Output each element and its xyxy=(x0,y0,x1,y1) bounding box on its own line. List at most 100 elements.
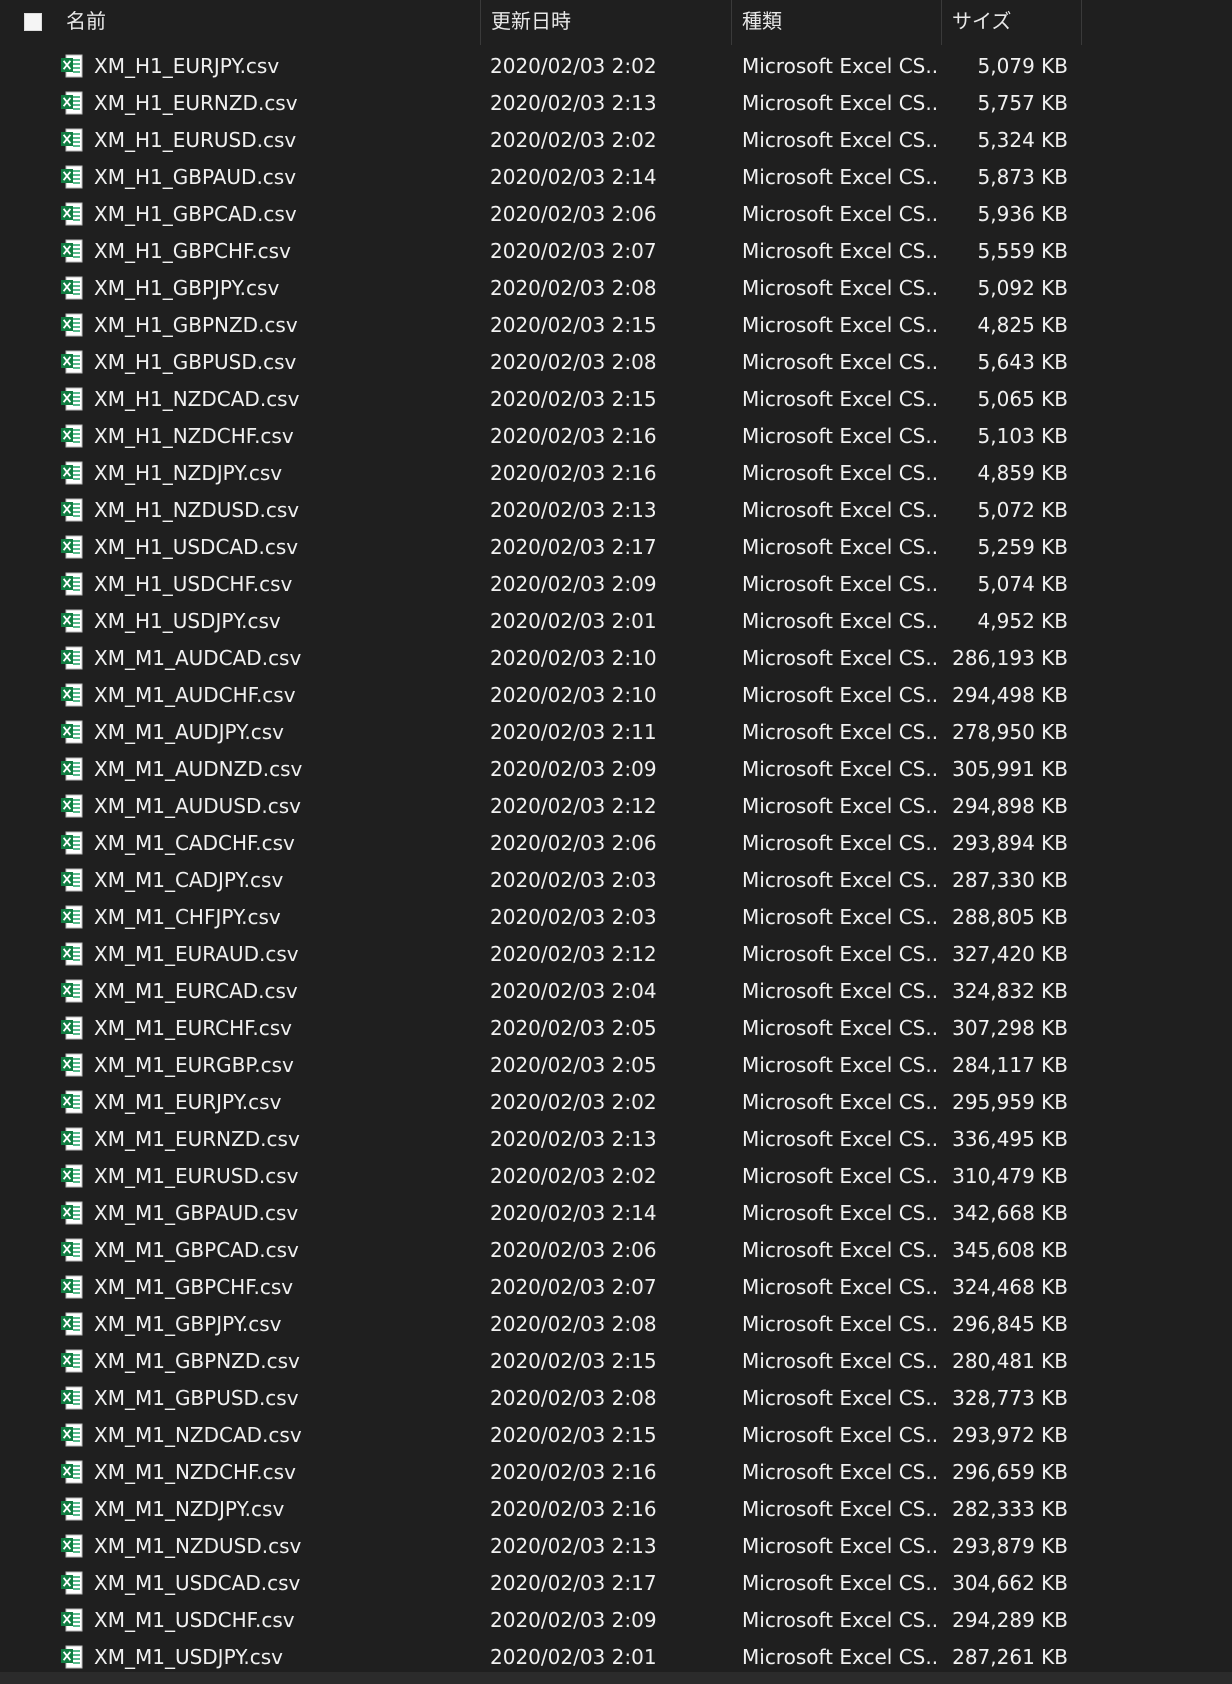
file-name[interactable]: XM_M1_CADJPY.csv xyxy=(94,862,474,899)
horizontal-scrollbar[interactable] xyxy=(0,1672,1232,1684)
file-name[interactable]: XM_M1_AUDUSD.csv xyxy=(94,788,474,825)
table-row[interactable]: XM_H1_GBPCHF.csv 2020/02/03 2:07 Microsoft… xyxy=(0,233,1082,270)
file-name[interactable]: XM_M1_USDJPY.csv xyxy=(94,1639,474,1676)
table-row[interactable]: XM_M1_USDJPY.csv 2020/02/03 2:01 Microsoft… xyxy=(0,1639,1082,1676)
file-name[interactable]: XM_M1_GBPNZD.csv xyxy=(94,1343,474,1380)
table-row[interactable]: XM_M1_EURGBP.csv 2020/02/03 2:05 Microsoft… xyxy=(0,1047,1082,1084)
table-row[interactable]: XM_M1_NZDCHF.csv 2020/02/03 2:16 Microsoft… xyxy=(0,1454,1082,1491)
table-row[interactable]: XM_M1_GBPAUD.csv 2020/02/03 2:14 Microsoft… xyxy=(0,1195,1082,1232)
file-name[interactable]: XM_H1_NZDUSD.csv xyxy=(94,492,474,529)
file-name[interactable]: XM_M1_GBPCHF.csv xyxy=(94,1269,474,1306)
table-row[interactable]: XM_M1_NZDCAD.csv 2020/02/03 2:15 Microsoft… xyxy=(0,1417,1082,1454)
table-row[interactable]: XM_H1_GBPCAD.csv 2020/02/03 2:06 Microsoft… xyxy=(0,196,1082,233)
table-row[interactable]: XM_H1_NZDCAD.csv 2020/02/03 2:15 Microsoft… xyxy=(0,381,1082,418)
file-name[interactable]: XM_H1_GBPAUD.csv xyxy=(94,159,474,196)
file-name[interactable]: XM_H1_GBPNZD.csv xyxy=(94,307,474,344)
table-row[interactable]: XM_M1_GBPCAD.csv 2020/02/03 2:06 Microsoft… xyxy=(0,1232,1082,1269)
column-header-size[interactable]: サイズ xyxy=(942,0,1082,45)
table-row[interactable]: XM_H1_USDCHF.csv 2020/02/03 2:09 Microsoft… xyxy=(0,566,1082,603)
select-all-checkbox[interactable] xyxy=(24,13,42,31)
table-row[interactable]: XM_M1_AUDCAD.csv 2020/02/03 2:10 Microsoft… xyxy=(0,640,1082,677)
table-row[interactable]: XM_M1_GBPCHF.csv 2020/02/03 2:07 Microsoft… xyxy=(0,1269,1082,1306)
file-name[interactable]: XM_M1_USDCAD.csv xyxy=(94,1565,474,1602)
table-row[interactable]: XM_M1_AUDCHF.csv 2020/02/03 2:10 Microsoft… xyxy=(0,677,1082,714)
column-header-type[interactable]: 種類 xyxy=(732,0,942,45)
file-name[interactable]: XM_M1_AUDNZD.csv xyxy=(94,751,474,788)
file-name[interactable]: XM_M1_GBPAUD.csv xyxy=(94,1195,474,1232)
file-name[interactable]: XM_M1_EURGBP.csv xyxy=(94,1047,474,1084)
table-row[interactable]: XM_M1_EURAUD.csv 2020/02/03 2:12 Microsoft… xyxy=(0,936,1082,973)
file-name[interactable]: XM_H1_GBPJPY.csv xyxy=(94,270,474,307)
table-row[interactable]: XM_M1_GBPJPY.csv 2020/02/03 2:08 Microsoft… xyxy=(0,1306,1082,1343)
file-name[interactable]: XM_M1_NZDJPY.csv xyxy=(94,1491,474,1528)
excel-csv-icon xyxy=(60,936,86,973)
file-date-modified: 2020/02/03 2:11 xyxy=(490,720,657,744)
table-row[interactable]: XM_H1_EURNZD.csv 2020/02/03 2:13 Microsoft… xyxy=(0,85,1082,122)
file-name[interactable]: XM_M1_CHFJPY.csv xyxy=(94,899,474,936)
table-row[interactable]: XM_H1_NZDJPY.csv 2020/02/03 2:16 Microsoft… xyxy=(0,455,1082,492)
file-name[interactable]: XM_M1_NZDUSD.csv xyxy=(94,1528,474,1565)
table-row[interactable]: XM_H1_NZDCHF.csv 2020/02/03 2:16 Microsoft… xyxy=(0,418,1082,455)
table-row[interactable]: XM_M1_AUDNZD.csv 2020/02/03 2:09 Microsoft… xyxy=(0,751,1082,788)
file-name[interactable]: XM_M1_EURJPY.csv xyxy=(94,1084,474,1121)
file-name[interactable]: XM_M1_NZDCHF.csv xyxy=(94,1454,474,1491)
file-name[interactable]: XM_H1_NZDCHF.csv xyxy=(94,418,474,455)
table-row[interactable]: XM_M1_EURUSD.csv 2020/02/03 2:02 Microsoft… xyxy=(0,1158,1082,1195)
file-type: Microsoft Excel CS... xyxy=(742,128,938,152)
table-row[interactable]: XM_M1_EURNZD.csv 2020/02/03 2:13 Microsoft… xyxy=(0,1121,1082,1158)
file-name[interactable]: XM_H1_USDCHF.csv xyxy=(94,566,474,603)
file-name[interactable]: XM_H1_GBPCAD.csv xyxy=(94,196,474,233)
table-row[interactable]: XM_M1_USDCAD.csv 2020/02/03 2:17 Microsoft… xyxy=(0,1565,1082,1602)
file-name[interactable]: XM_M1_EURUSD.csv xyxy=(94,1158,474,1195)
table-row[interactable]: XM_H1_GBPNZD.csv 2020/02/03 2:15 Microsoft… xyxy=(0,307,1082,344)
file-name[interactable]: XM_M1_CADCHF.csv xyxy=(94,825,474,862)
table-row[interactable]: XM_H1_GBPJPY.csv 2020/02/03 2:08 Microsoft… xyxy=(0,270,1082,307)
file-name[interactable]: XM_H1_NZDJPY.csv xyxy=(94,455,474,492)
table-row[interactable]: XM_M1_AUDUSD.csv 2020/02/03 2:12 Microsoft… xyxy=(0,788,1082,825)
table-row[interactable]: XM_H1_NZDUSD.csv 2020/02/03 2:13 Microsoft… xyxy=(0,492,1082,529)
table-row[interactable]: XM_M1_EURJPY.csv 2020/02/03 2:02 Microsoft… xyxy=(0,1084,1082,1121)
table-row[interactable]: XM_M1_GBPNZD.csv 2020/02/03 2:15 Microsoft… xyxy=(0,1343,1082,1380)
file-name[interactable]: XM_M1_NZDCAD.csv xyxy=(94,1417,474,1454)
file-name[interactable]: XM_M1_USDCHF.csv xyxy=(94,1602,474,1639)
file-name[interactable]: XM_M1_EURCHF.csv xyxy=(94,1010,474,1047)
file-name[interactable]: XM_M1_GBPUSD.csv xyxy=(94,1380,474,1417)
file-name[interactable]: XM_M1_EURCAD.csv xyxy=(94,973,474,1010)
file-name[interactable]: XM_H1_EURUSD.csv xyxy=(94,122,474,159)
table-row[interactable]: XM_H1_USDCAD.csv 2020/02/03 2:17 Microsoft… xyxy=(0,529,1082,566)
column-header-date[interactable]: 更新日時 xyxy=(481,0,732,45)
file-name[interactable]: XM_H1_GBPCHF.csv xyxy=(94,233,474,270)
table-row[interactable]: XM_M1_EURCAD.csv 2020/02/03 2:04 Microsoft… xyxy=(0,973,1082,1010)
table-row[interactable]: XM_M1_NZDJPY.csv 2020/02/03 2:16 Microsoft… xyxy=(0,1491,1082,1528)
table-row[interactable]: XM_M1_USDCHF.csv 2020/02/03 2:09 Microsoft… xyxy=(0,1602,1082,1639)
column-header-name[interactable]: 名前 xyxy=(0,0,481,45)
file-size: 5,259 KB xyxy=(977,535,1068,559)
file-name[interactable]: XM_M1_GBPJPY.csv xyxy=(94,1306,474,1343)
file-name[interactable]: XM_M1_AUDJPY.csv xyxy=(94,714,474,751)
table-row[interactable]: XM_M1_CADCHF.csv 2020/02/03 2:06 Microsoft… xyxy=(0,825,1082,862)
file-type: Microsoft Excel CS... xyxy=(742,313,938,337)
table-row[interactable]: XM_H1_GBPAUD.csv 2020/02/03 2:14 Microsoft… xyxy=(0,159,1082,196)
table-row[interactable]: XM_M1_AUDJPY.csv 2020/02/03 2:11 Microsoft… xyxy=(0,714,1082,751)
file-name[interactable]: XM_M1_EURAUD.csv xyxy=(94,936,474,973)
table-row[interactable]: XM_M1_CHFJPY.csv 2020/02/03 2:03 Microsoft… xyxy=(0,899,1082,936)
table-row[interactable]: XM_M1_CADJPY.csv 2020/02/03 2:03 Microsoft… xyxy=(0,862,1082,899)
table-row[interactable]: XM_H1_EURJPY.csv 2020/02/03 2:02 Microsoft… xyxy=(0,48,1082,85)
file-name[interactable]: XM_H1_EURNZD.csv xyxy=(94,85,474,122)
table-row[interactable]: XM_H1_USDJPY.csv 2020/02/03 2:01 Microsoft… xyxy=(0,603,1082,640)
file-date-modified: 2020/02/03 2:10 xyxy=(490,683,657,707)
file-name[interactable]: XM_M1_EURNZD.csv xyxy=(94,1121,474,1158)
file-name[interactable]: XM_H1_GBPUSD.csv xyxy=(94,344,474,381)
file-name[interactable]: XM_M1_GBPCAD.csv xyxy=(94,1232,474,1269)
file-name[interactable]: XM_M1_AUDCAD.csv xyxy=(94,640,474,677)
table-row[interactable]: XM_M1_GBPUSD.csv 2020/02/03 2:08 Microsoft… xyxy=(0,1380,1082,1417)
file-name[interactable]: XM_H1_USDJPY.csv xyxy=(94,603,474,640)
file-name[interactable]: XM_H1_NZDCAD.csv xyxy=(94,381,474,418)
file-name[interactable]: XM_M1_AUDCHF.csv xyxy=(94,677,474,714)
table-row[interactable]: XM_M1_EURCHF.csv 2020/02/03 2:05 Microsoft… xyxy=(0,1010,1082,1047)
table-row[interactable]: XM_M1_NZDUSD.csv 2020/02/03 2:13 Microsoft… xyxy=(0,1528,1082,1565)
table-row[interactable]: XM_H1_EURUSD.csv 2020/02/03 2:02 Microsoft… xyxy=(0,122,1082,159)
table-row[interactable]: XM_H1_GBPUSD.csv 2020/02/03 2:08 Microsoft… xyxy=(0,344,1082,381)
file-name[interactable]: XM_H1_USDCAD.csv xyxy=(94,529,474,566)
file-name[interactable]: XM_H1_EURJPY.csv xyxy=(94,48,474,85)
